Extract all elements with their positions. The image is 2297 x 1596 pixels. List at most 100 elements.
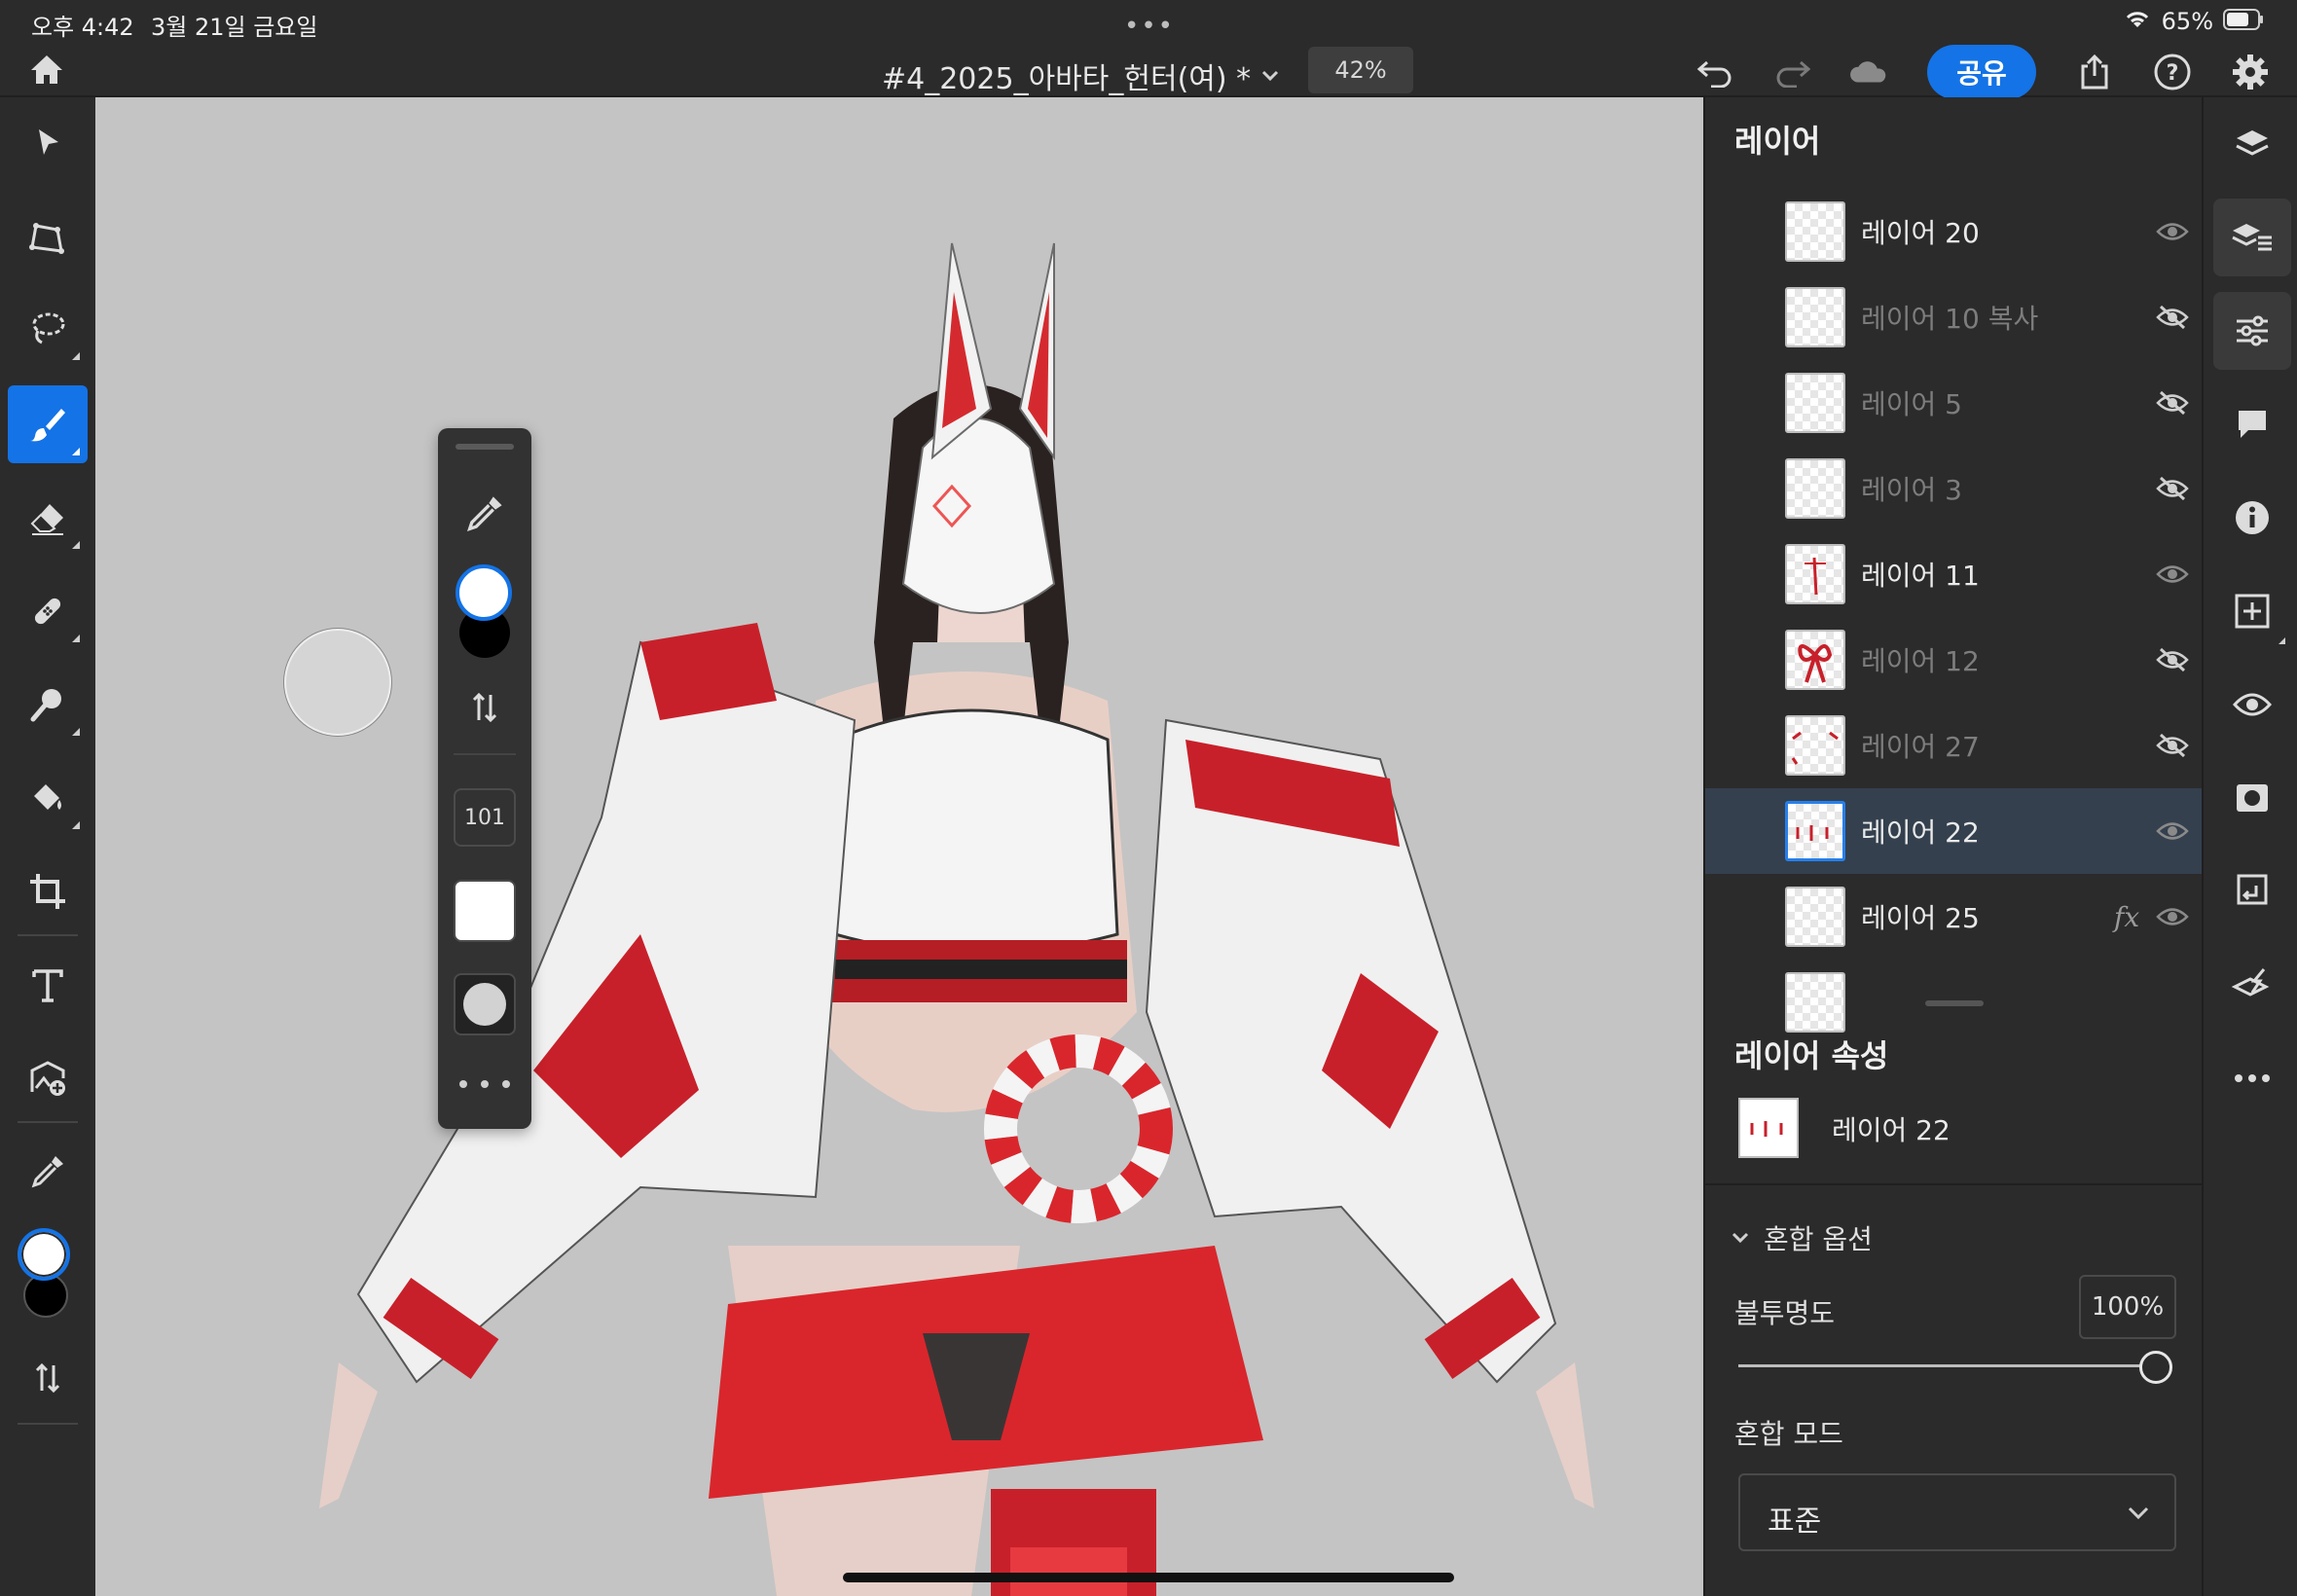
- home-indicator[interactable]: [843, 1573, 1454, 1582]
- eye-hidden-icon[interactable]: [2155, 471, 2190, 506]
- info-icon[interactable]: [2213, 479, 2291, 557]
- layer-row[interactable]: 레이어 25 fx: [1705, 874, 2204, 960]
- layer-row[interactable]: 레이어 11: [1705, 531, 2204, 617]
- brush-color-swatches[interactable]: [456, 564, 514, 662]
- layers-list-icon[interactable]: [2213, 199, 2291, 276]
- text-tool-icon[interactable]: [8, 946, 88, 1024]
- merge-layers-icon[interactable]: [2213, 946, 2291, 1024]
- settings-gear-icon[interactable]: [2229, 51, 2272, 93]
- opacity-slider-thumb[interactable]: [2139, 1351, 2172, 1384]
- brush-size-field[interactable]: 101: [454, 788, 516, 847]
- export-icon[interactable]: [2073, 51, 2116, 93]
- transform-tool-icon[interactable]: [8, 199, 88, 276]
- swap-colors-icon[interactable]: [8, 1339, 88, 1417]
- blend-mode-label: 혼합 모드: [1734, 1418, 1843, 1450]
- eye-visible-icon[interactable]: [2155, 899, 2190, 934]
- layer-list[interactable]: 레이어 20 레이어 10 복사 레이어 5 레이어 3 레이어 11 레이어 …: [1705, 187, 2204, 1090]
- share-button[interactable]: 공유: [1927, 45, 2036, 99]
- layer-thumbnail: [1785, 887, 1845, 947]
- eyedropper-tool-icon[interactable]: [8, 1133, 88, 1211]
- layer-row[interactable]: 레이어 3: [1705, 446, 2204, 531]
- lasso-tool-icon[interactable]: [8, 290, 88, 368]
- blend-mode-select[interactable]: 표준: [1738, 1473, 2176, 1551]
- layer-thumbnail: [1785, 972, 1845, 1033]
- eye-visible-icon[interactable]: [2155, 814, 2190, 849]
- canvas-area[interactable]: 101: [95, 97, 1703, 1596]
- panel-divider: [454, 753, 516, 755]
- undo-icon[interactable]: [1694, 51, 1736, 93]
- eye-hidden-icon[interactable]: [2155, 728, 2190, 763]
- crop-tool-icon[interactable]: [8, 852, 88, 930]
- battery-icon: [2223, 9, 2264, 34]
- comments-icon[interactable]: [2213, 385, 2291, 463]
- more-options-icon[interactable]: [2213, 1039, 2291, 1117]
- brush-size-preview: [284, 629, 391, 736]
- opacity-slider-track[interactable]: [1738, 1364, 2147, 1367]
- eraser-tool-icon[interactable]: [8, 479, 88, 557]
- layer-row[interactable]: 레이어 27: [1705, 703, 2204, 788]
- opacity-label: 불투명도: [1734, 1297, 1836, 1329]
- foreground-color-swatch[interactable]: [18, 1228, 70, 1281]
- eye-hidden-icon[interactable]: [2155, 385, 2190, 420]
- eye-hidden-icon[interactable]: [2155, 300, 2190, 335]
- status-right: 65%: [2123, 8, 2264, 35]
- brush-foreground-swatch[interactable]: [456, 564, 512, 621]
- chevron-down-icon: [1732, 1232, 1749, 1244]
- select-tool-icon[interactable]: [8, 103, 88, 181]
- opacity-input[interactable]: 100%: [2079, 1275, 2176, 1339]
- layers-stack-icon[interactable]: [2213, 105, 2291, 183]
- layer-thumbnail: [1785, 201, 1845, 262]
- brush-eyedropper-icon[interactable]: [463, 492, 506, 535]
- layer-name: 레이어 10 복사: [1861, 303, 2039, 335]
- add-layer-icon[interactable]: [2213, 572, 2291, 650]
- layer-name: 레이어 22: [1861, 816, 1980, 849]
- eye-visible-icon[interactable]: [2155, 557, 2190, 592]
- home-icon[interactable]: [27, 51, 66, 90]
- brush-swap-colors-icon[interactable]: [468, 691, 501, 728]
- adjustments-sliders-icon[interactable]: [2213, 292, 2291, 370]
- brush-more-icon[interactable]: [459, 1074, 510, 1094]
- layer-row[interactable]: 레이어 12: [1705, 617, 2204, 703]
- cloud-icon[interactable]: [1847, 51, 1890, 93]
- properties-divider: [1705, 1183, 2204, 1185]
- add-image-tool-icon[interactable]: [8, 1039, 88, 1117]
- brush-opacity-swatch[interactable]: [454, 880, 516, 942]
- document-title[interactable]: #4_2025_아바타_헌터(여) *: [882, 54, 1280, 97]
- healing-tool-icon[interactable]: [8, 572, 88, 650]
- clipping-mask-icon[interactable]: [2213, 852, 2291, 930]
- layer-name: 레이어 3: [1861, 474, 1962, 506]
- layer-row[interactable]: 레이어 5: [1705, 360, 2204, 446]
- blend-options-toggle[interactable]: 혼합 옵션: [1731, 1218, 1873, 1257]
- panel-drag-handle[interactable]: [456, 444, 514, 450]
- eye-hidden-icon[interactable]: [2155, 642, 2190, 677]
- help-icon[interactable]: ?: [2151, 51, 2194, 93]
- brush-tool-icon[interactable]: [8, 385, 88, 463]
- layer-name: 레이어 20: [1861, 217, 1980, 249]
- eye-visible-icon[interactable]: [2155, 214, 2190, 249]
- layer-mask-icon[interactable]: [2213, 759, 2291, 837]
- status-time: 오후 4:42: [31, 14, 134, 41]
- layer-row[interactable]: 레이어 20: [1705, 189, 2204, 274]
- submenu-corner: [72, 821, 80, 829]
- submenu-corner: [72, 352, 80, 360]
- properties-title: 레이어 속성: [1734, 1037, 1889, 1074]
- app-window: 오후 4:42 3월 21일 금요일 ••• 65% #4_2025_아바타_헌…: [0, 0, 2297, 1596]
- layer-name: 레이어 11: [1861, 560, 1980, 592]
- layer-effects-label[interactable]: fx: [2114, 901, 2139, 933]
- layer-thumbnail: [1785, 801, 1845, 861]
- visibility-eye-icon[interactable]: [2213, 666, 2291, 744]
- fill-bucket-tool-icon[interactable]: [8, 759, 88, 837]
- layer-name: 레이어 25: [1861, 902, 1980, 934]
- layer-thumbnail: [1785, 458, 1845, 519]
- properties-layer-name[interactable]: 레이어 22: [1832, 1109, 1951, 1148]
- redo-icon[interactable]: [1771, 51, 1814, 93]
- layer-row-selected[interactable]: 레이어 22: [1705, 788, 2204, 874]
- smudge-tool-icon[interactable]: [8, 666, 88, 744]
- zoom-level[interactable]: 42%: [1308, 47, 1413, 93]
- layer-row[interactable]: 레이어 10 복사: [1705, 274, 2204, 360]
- multitask-dots[interactable]: •••: [1124, 12, 1175, 41]
- left-toolbar: [0, 97, 95, 1596]
- color-swatches[interactable]: [16, 1228, 80, 1325]
- panel-resize-handle[interactable]: [1925, 1000, 1984, 1006]
- brush-tip-button[interactable]: [454, 973, 516, 1035]
